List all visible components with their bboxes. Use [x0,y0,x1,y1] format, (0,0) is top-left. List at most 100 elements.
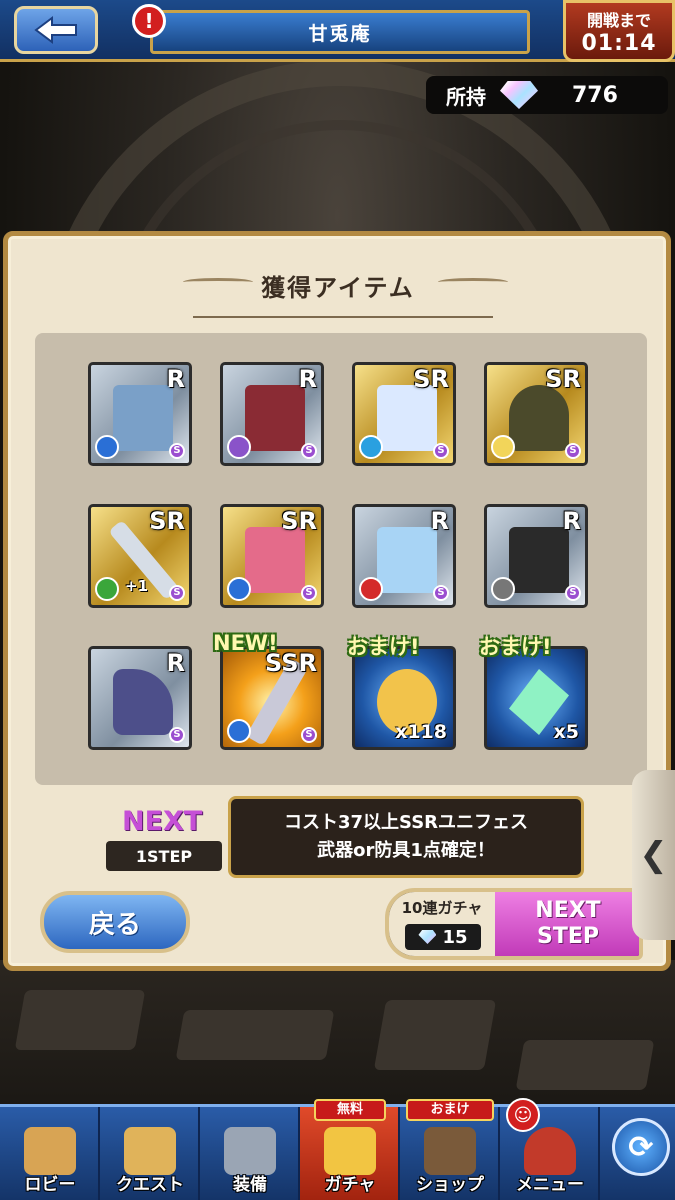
next-step-line-1: NEXT [535,898,601,923]
item-card[interactable]: R S [352,504,456,608]
rarity-badge: R [562,507,581,535]
element-icon [227,435,251,459]
element-icon [359,577,383,601]
rarity-badge: R [430,507,449,535]
location-title-text: 甘兎庵 [308,22,372,45]
nav-shop-label: ショップ [416,1175,484,1195]
results-panel: 獲得アイテム R S R S SR S SR S SR +1 S SR S R … [3,231,671,971]
element-icon [95,435,119,459]
ribbon-staff-icon [245,527,305,593]
item-card[interactable]: R S [484,504,588,608]
item-quantity: x5 [553,721,579,743]
background-rock [515,1040,655,1090]
rarity-badge: SR [413,365,449,393]
slot-icon: S [169,443,185,459]
element-icon [491,577,515,601]
item-card[interactable]: R S [88,646,192,750]
gem-icon [500,81,538,109]
slot-icon: S [433,443,449,459]
item-card[interactable]: SR +1 S [88,504,192,608]
castle-icon [24,1127,76,1175]
slot-icon: S [433,585,449,601]
background-rock [14,990,146,1050]
element-icon [95,577,119,601]
items-grid: R S R S SR S SR S SR +1 S SR S R S R S R… [35,333,647,785]
shop-icon [424,1127,476,1175]
guarantee-line-2: 武器or防具1点確定！ [317,840,495,861]
element-icon [491,435,515,459]
refresh-button[interactable]: ⟳ [612,1118,670,1176]
guarantee-line-1: コスト37以上SSRユニフェス [283,812,529,833]
smile-icon: ☺ [506,1098,540,1132]
refresh-icon: ⟳ [628,1129,654,1165]
slot-icon: S [565,443,581,459]
element-icon [359,435,383,459]
next-step-gacha-button[interactable]: 10連ガチャ 15 NEXT STEP [385,888,643,960]
slot-icon: S [169,727,185,743]
rarity-badge: SR [545,365,581,393]
slot-icon: S [169,585,185,601]
alert-icon[interactable]: ! [132,4,166,38]
gacha-cost-value: 15 [442,926,468,948]
bottom-nav: ロビー クエスト 装備 無料 ガチャ おまけ ショップ メニュー [0,1099,675,1200]
chevron-left-icon: ❮ [639,835,668,875]
panel-title: 獲得アイテム [261,274,415,302]
scroll-map-icon [124,1127,176,1175]
armor-icon [113,385,173,451]
nav-quest-label: クエスト [116,1175,184,1195]
bonus-badge: おまけ [406,1099,494,1121]
gacha-cost-panel: 10連ガチャ 15 [389,892,495,956]
slot-icon: S [301,727,317,743]
next-label: NEXT [122,806,203,837]
nav-equipment-label: 装備 [233,1175,267,1195]
bow-icon [377,385,437,451]
item-card[interactable]: SR S [352,362,456,466]
title-divider [193,316,493,318]
item-card[interactable]: R S [88,362,192,466]
background-rock [175,1010,335,1060]
side-drawer-tab[interactable]: ❮ [632,770,675,940]
nav-lobby-label: ロビー [24,1175,76,1195]
gem-balance-label: 所持 [446,84,486,109]
return-button[interactable]: 戻る [40,891,190,953]
item-card[interactable]: SR S [484,362,588,466]
bonus-tag: おまけ! [347,635,420,659]
arrow-left-icon [34,16,77,44]
nav-gacha-label: ガチャ [324,1175,376,1195]
nav-lobby[interactable]: ロビー [0,1107,100,1200]
guarantee-notice: コスト37以上SSRユニフェス 武器or防具1点確定！ [228,796,584,878]
rarity-badge: R [298,365,317,393]
kimono-icon [377,527,437,593]
element-icon [227,577,251,601]
background-rock [373,1000,497,1070]
scythe-icon [245,385,305,451]
rarity-badge: R [166,649,185,677]
item-card[interactable]: SR S [220,504,324,608]
timer-value: 01:14 [581,31,657,56]
rarity-badge: R [166,365,185,393]
item-card[interactable]: R S [220,362,324,466]
item-card[interactable]: x118 [352,646,456,750]
gacha-cost: 15 [405,924,481,950]
free-badge: 無料 [314,1099,386,1121]
plus-level: +1 [125,577,149,595]
nav-equipment[interactable]: 装備 [200,1107,300,1200]
slot-icon: S [301,443,317,459]
nav-shop[interactable]: おまけ ショップ [400,1099,500,1200]
dark-armor-icon [509,527,569,593]
item-card[interactable]: SSR S [220,646,324,750]
gacha-label: 10連ガチャ [401,899,483,917]
nav-gacha[interactable]: 無料 ガチャ [300,1099,400,1200]
element-icon [227,719,251,743]
rarity-badge: SR [149,507,185,535]
bonus-tag: おまけ! [479,635,552,659]
new-tag: NEW! [213,631,278,655]
item-card[interactable]: x5 [484,646,588,750]
timer-label: 開戦まで [586,11,651,30]
top-bar: ! 甘兎庵 開戦まで 01:14 [0,0,675,62]
item-quantity: x118 [395,721,447,743]
nav-quest[interactable]: クエスト [100,1107,200,1200]
gem-balance: 所持 776 [426,76,668,114]
beret-icon [509,385,569,451]
back-button[interactable] [14,6,98,54]
